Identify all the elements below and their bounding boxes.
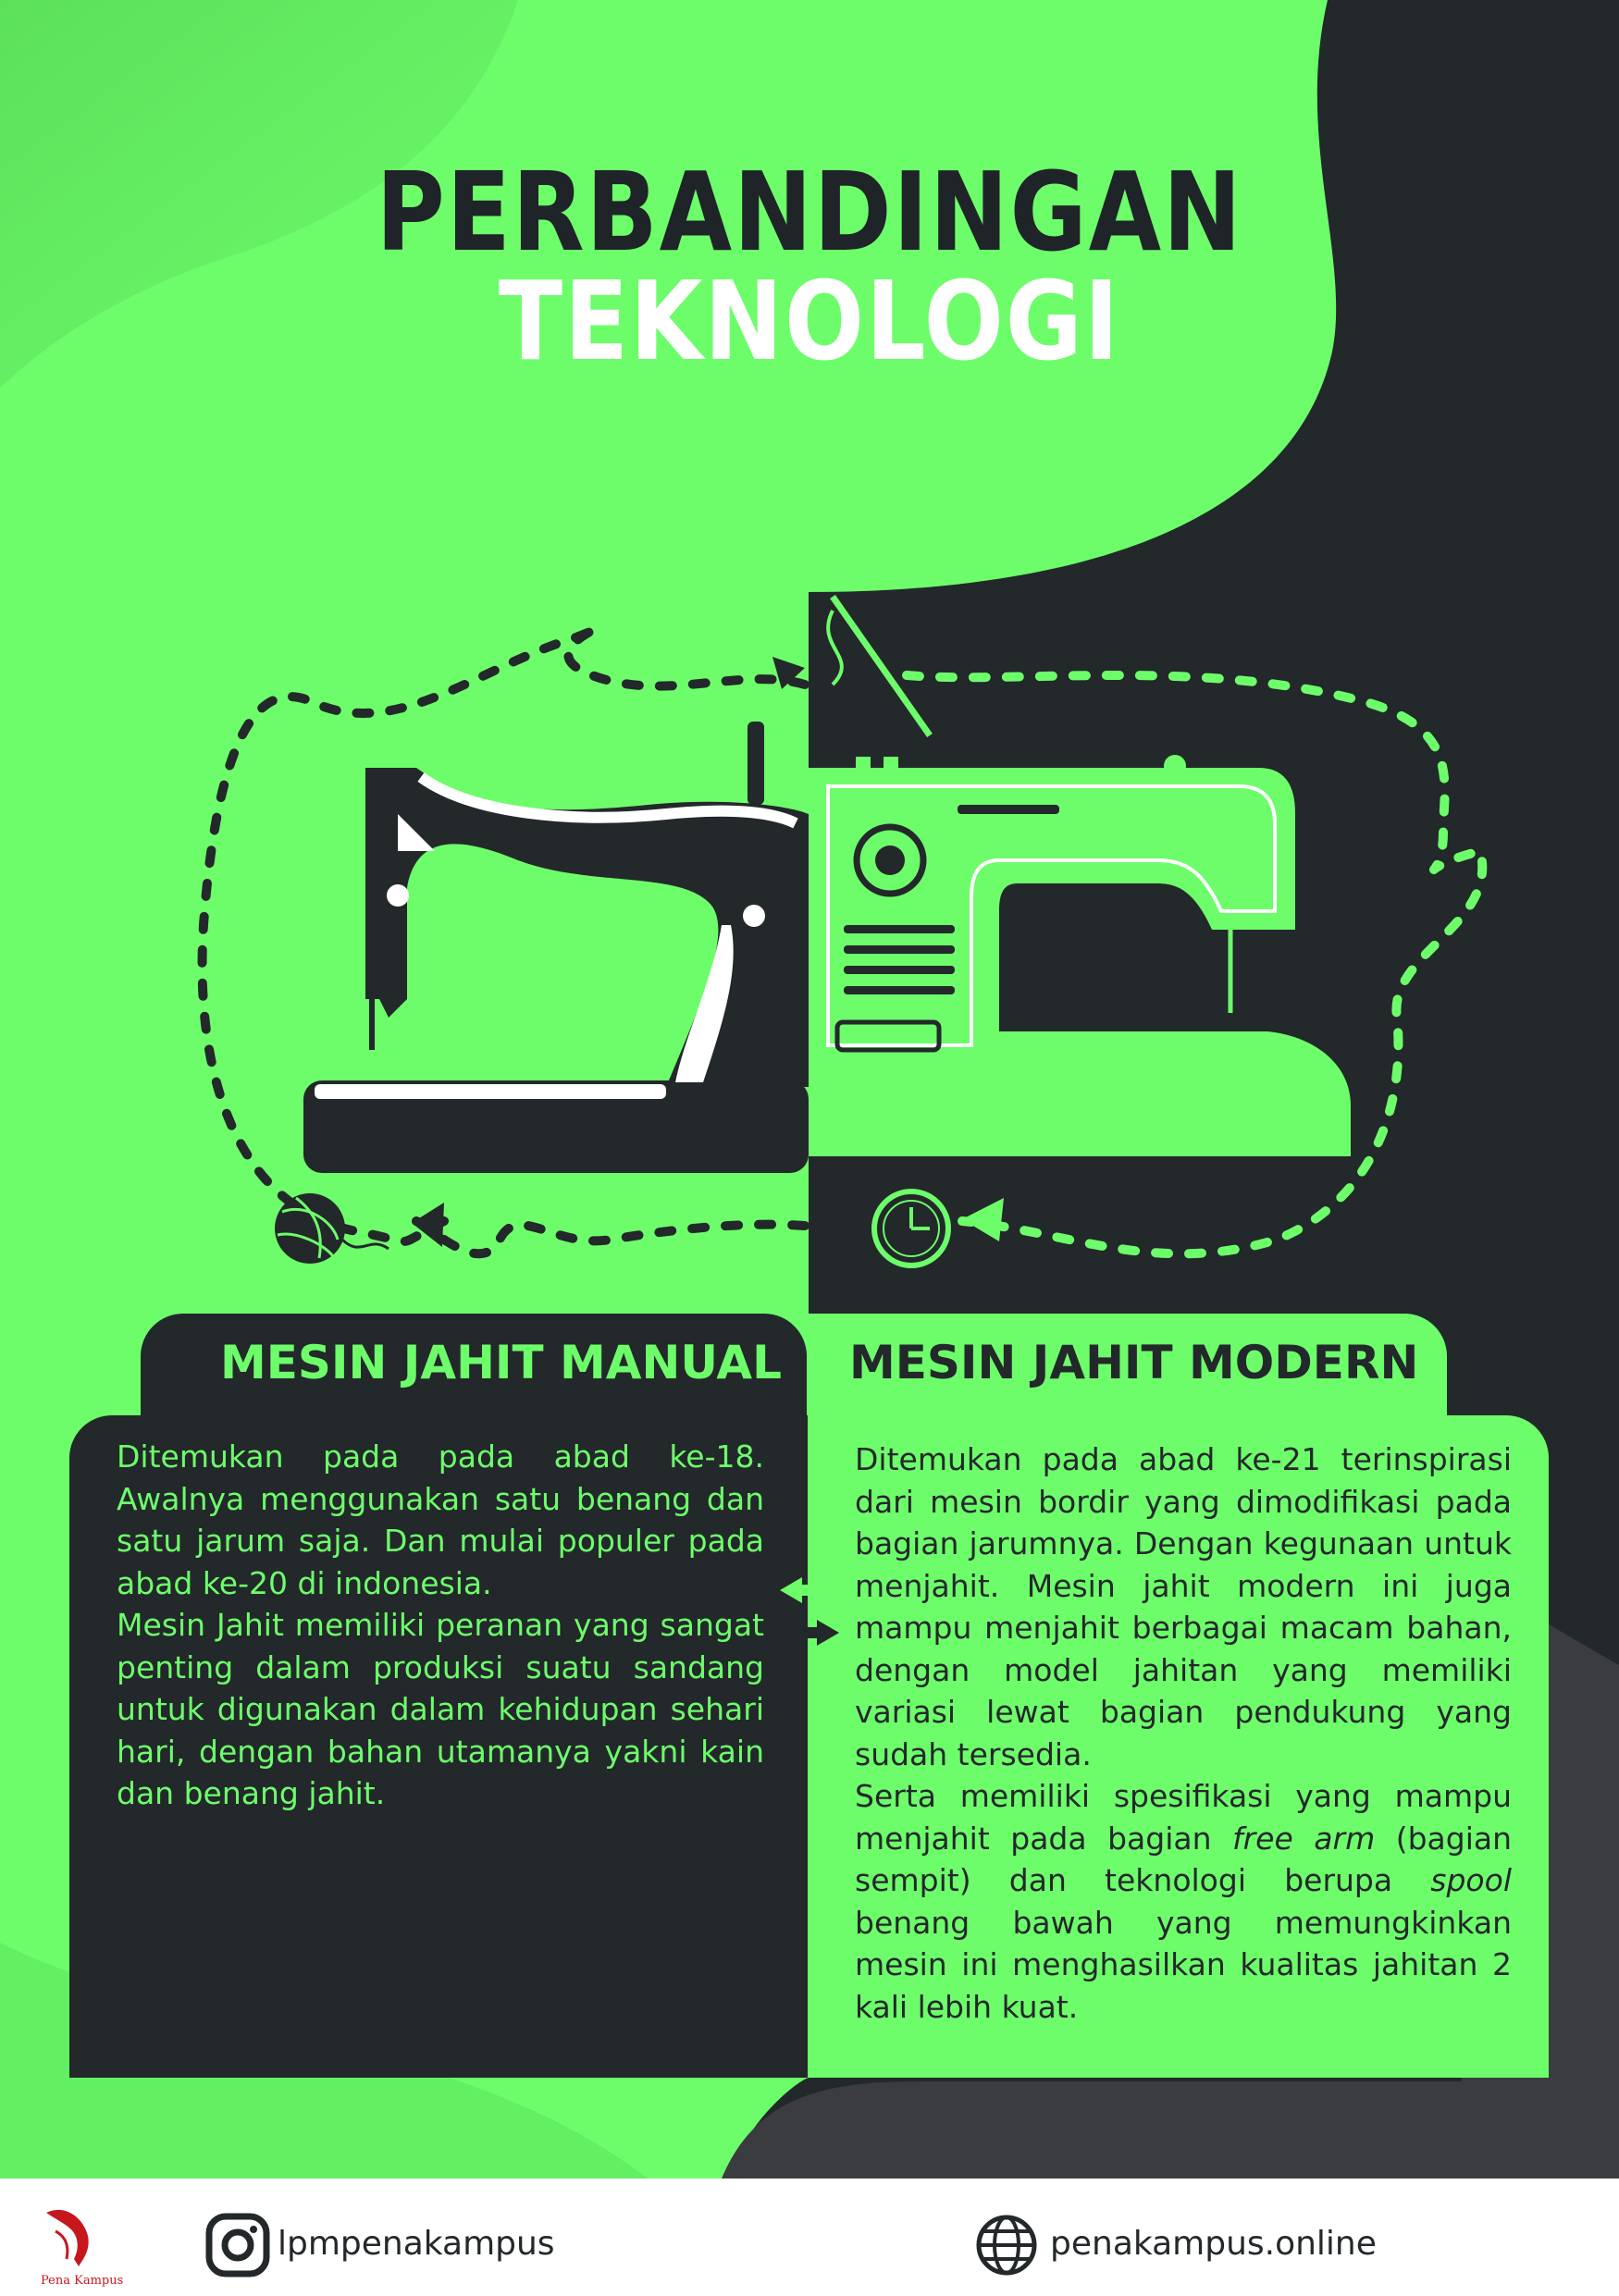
manual-paragraph-2: Mesin Jahit memiliki peranan yang sangat…	[117, 1607, 764, 1811]
dotted-path-left-bottom	[412, 1216, 810, 1259]
manual-paragraph-1: Ditemukan pada pada abad ke-18. Awalnya …	[117, 1438, 764, 1601]
globe-icon[interactable]	[974, 2213, 1039, 2277]
modern-machine	[809, 755, 1351, 1156]
needle	[830, 594, 933, 738]
manual-description: Ditemukan pada pada abad ke-18. Awalnya …	[117, 1436, 764, 1815]
yarn-ball	[275, 1193, 389, 1264]
website-link[interactable]: penakampus.online	[1050, 2225, 1377, 2263]
instagram-handle[interactable]: lpmpenakampus	[278, 2225, 555, 2263]
modern-heading: MESIN JAHIT MODERN	[849, 1336, 1419, 1389]
clock-icon	[871, 1189, 951, 1268]
instagram-icon[interactable]	[205, 2213, 270, 2277]
swap-arrows-icon	[780, 1577, 839, 1646]
modern-description: Ditemukan pada abad ke-21 terinspirasi d…	[855, 1438, 1512, 2028]
manual-machine	[303, 722, 809, 1173]
modern-paragraph-1: Ditemukan pada abad ke-21 terinspirasi d…	[855, 1441, 1512, 1772]
logo-text: Pena Kampus	[41, 2274, 124, 2288]
modern-paragraph-2: Serta memiliki spesifikasi yang mampu me…	[855, 1778, 1512, 2025]
free-arm-term: free arm	[1232, 1820, 1376, 1857]
pena-kampus-logo	[46, 2209, 89, 2266]
arrow-bottom-right	[962, 1198, 1004, 1241]
spool-term: spool	[1430, 1862, 1512, 1898]
manual-heading: MESIN JAHIT MANUAL	[220, 1336, 782, 1389]
